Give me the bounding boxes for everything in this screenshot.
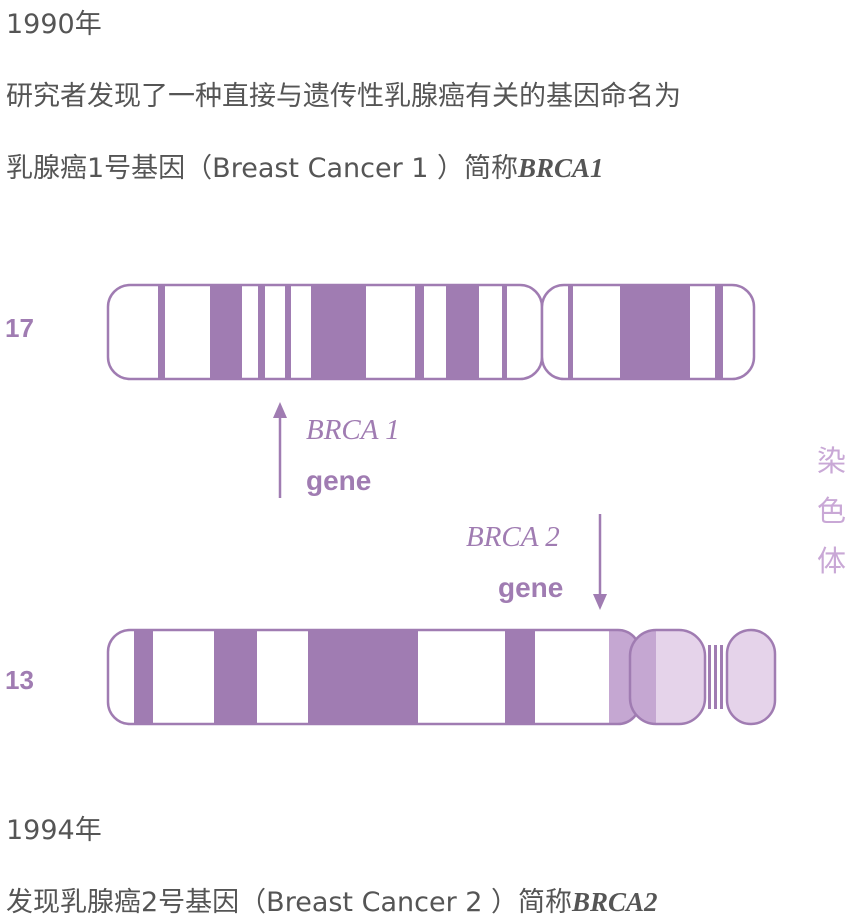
- band: [285, 285, 291, 379]
- band: [214, 630, 257, 724]
- brca2-abbrev: BRCA2: [572, 887, 658, 917]
- gene1-name: BRCA 1: [306, 414, 400, 446]
- band: [308, 630, 418, 724]
- chromosome-17-arm-p: [542, 285, 754, 379]
- band: [311, 285, 366, 379]
- band: [502, 285, 507, 379]
- outro-line-text: 发现乳腺癌2号基因（Breast Cancer 2 ）简称: [6, 887, 573, 918]
- chromosome-diagram: [106, 283, 777, 726]
- outro-line: 发现乳腺癌2号基因（Breast Cancer 2 ）简称BRCA2: [6, 880, 658, 919]
- band: [715, 285, 723, 379]
- side-label-char-2: 色: [817, 494, 847, 528]
- chromosome-17-label: 17: [5, 313, 34, 343]
- chromosome-13-stalk: [708, 645, 723, 709]
- band: [505, 630, 535, 724]
- band: [258, 285, 265, 379]
- chromosome-13-arm-q: [108, 630, 640, 724]
- band: [158, 285, 165, 379]
- band: [620, 285, 690, 379]
- chromosome-17-arm-q: [108, 285, 542, 379]
- chromosome-13-label: 13: [5, 665, 34, 695]
- year-1994: 1994年: [6, 815, 102, 846]
- side-label-char-3: 体: [817, 544, 847, 578]
- chromosome-13-satellite: [725, 628, 777, 726]
- gene2-word: gene: [498, 572, 564, 603]
- band: [134, 630, 153, 724]
- arrow-down-icon: [593, 514, 607, 610]
- band: [446, 285, 479, 379]
- band: [415, 285, 424, 379]
- band: [568, 285, 573, 379]
- band: [210, 285, 242, 379]
- chromosome-13-centromere: [630, 630, 705, 724]
- gene2-name: BRCA 2: [466, 521, 560, 553]
- side-label-char-1: 染: [817, 444, 847, 478]
- gene1-word: gene: [306, 465, 372, 496]
- arrow-up-icon: [273, 402, 287, 498]
